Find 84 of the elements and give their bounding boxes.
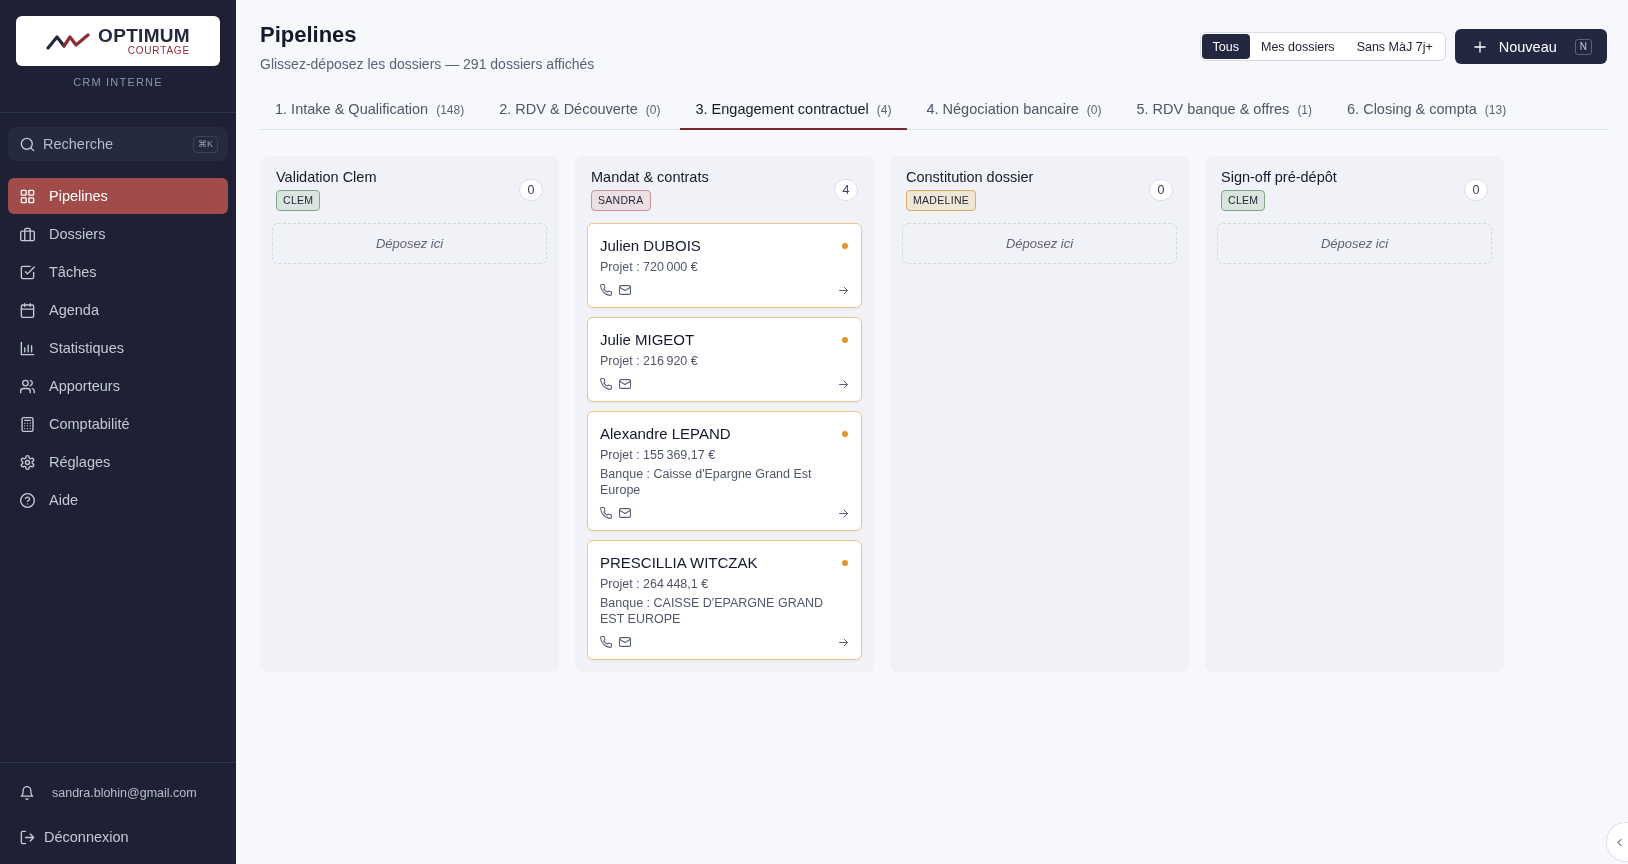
bell-icon[interactable] — [20, 786, 34, 800]
phone-icon[interactable] — [600, 378, 612, 390]
filter-option[interactable]: Tous — [1201, 34, 1250, 59]
stage-tab[interactable]: 3. Engagement contractuel (4) — [680, 92, 908, 130]
chevron-left-icon — [1614, 836, 1625, 848]
logo-icon — [46, 31, 91, 51]
deal-card[interactable]: PRESCILLIA WITCZAK Projet : 264 448,1 € Banque : CAISSE D'EPARGNE GRAND EST EUROPE — [587, 540, 862, 660]
help-icon — [20, 492, 35, 508]
project-amount: Projet : 720 000 € — [600, 259, 699, 275]
client-name: Julien DUBOIS — [600, 236, 701, 256]
app-caption: CRM INTERNE — [73, 75, 163, 89]
drop-zone: Déposez ici — [1217, 223, 1492, 264]
nav-item[interactable]: Statistiques — [8, 330, 228, 366]
nav-item[interactable]: Tâches — [8, 254, 228, 290]
settings-icon — [20, 454, 35, 470]
card-count: 0 — [1464, 178, 1488, 201]
nav-item[interactable]: Comptabilité — [8, 406, 228, 442]
drop-zone: Déposez ici — [902, 223, 1177, 264]
checkbox-icon — [20, 264, 35, 280]
stage-tab[interactable]: 1. Intake & Qualification (148) — [260, 92, 481, 130]
card-count: 4 — [834, 178, 858, 201]
nav-item[interactable]: Apporteurs — [8, 368, 228, 404]
mail-icon[interactable] — [619, 378, 631, 390]
logout-icon — [20, 829, 35, 845]
filter-option[interactable]: Mes dossiers — [1250, 34, 1346, 59]
assignee-tag: CLEM — [1221, 190, 1266, 211]
deal-card[interactable]: Julie MIGEOT Projet : 216 920 € — [587, 317, 862, 402]
drop-zone: Déposez ici — [272, 223, 547, 264]
bank-name: Banque : Caisse d'Epargne Grand Est Europe — [600, 466, 813, 498]
arrow-right-icon[interactable] — [838, 507, 849, 519]
mail-icon[interactable] — [619, 284, 631, 296]
card-count: 0 — [519, 178, 543, 201]
calculator-icon — [20, 416, 35, 432]
project-amount: Projet : 264 448,1 € — [600, 576, 710, 592]
search-icon — [20, 137, 35, 152]
page-subtitle: Glissez-déposez les dossiers — 291 dossiers affichés — [260, 55, 595, 73]
deal-card[interactable]: Alexandre LEPAND Projet : 155 369,17 € Banque : Caisse d'Epargne Grand Est Europe — [587, 411, 862, 531]
nav-item[interactable]: Aide — [8, 482, 228, 518]
deal-card[interactable]: Julien DUBOIS Projet : 720 000 € — [587, 223, 862, 308]
brand-tagline: COURTAGE — [127, 46, 190, 56]
column-title: Constitution dossier — [906, 168, 1034, 186]
arrow-right-icon[interactable] — [838, 378, 849, 390]
client-name: Alexandre LEPAND — [600, 424, 731, 444]
calendar-icon — [20, 302, 35, 318]
briefcase-icon — [20, 226, 35, 242]
nav-item[interactable]: Pipelines — [8, 178, 228, 214]
page-title: Pipelines — [260, 21, 358, 49]
shortcut-hint: N — [1574, 38, 1592, 55]
phone-icon[interactable] — [600, 284, 612, 296]
project-amount: Projet : 216 920 € — [600, 353, 699, 369]
assignee-tag: CLEM — [276, 190, 321, 211]
mail-icon[interactable] — [619, 507, 631, 519]
shortcut-hint: ⌘K — [193, 136, 218, 153]
stage-tab[interactable]: 6. Closing & compta (13) — [1332, 92, 1523, 130]
new-button[interactable]: Nouveau N — [1454, 29, 1607, 64]
bar-chart-icon — [20, 340, 35, 356]
client-name: Julie MIGEOT — [600, 330, 695, 350]
assignee-tag: MADELINE — [906, 190, 977, 211]
grid-icon — [20, 188, 35, 204]
column-title: Validation Clem — [276, 168, 377, 186]
plus-icon — [1472, 39, 1487, 54]
column-title: Sign-off pré-dépôt — [1221, 168, 1337, 186]
filter-option[interactable]: Sans MàJ 7j+ — [1345, 34, 1444, 59]
nav-item[interactable]: Agenda — [8, 292, 228, 328]
phone-icon[interactable] — [600, 636, 612, 648]
nav-item[interactable]: Réglages — [8, 444, 228, 480]
mail-icon[interactable] — [619, 636, 631, 648]
arrow-right-icon[interactable] — [838, 284, 849, 296]
users-icon — [20, 378, 35, 394]
stage-tab[interactable]: 5. RDV banque & offres (1) — [1121, 92, 1329, 130]
brand-name: OPTIMUM — [98, 26, 190, 45]
column-title: Mandat & contrats — [591, 168, 709, 186]
client-name: PRESCILLIA WITCZAK — [600, 553, 758, 573]
arrow-right-icon[interactable] — [838, 636, 849, 648]
assignee-tag: SANDRA — [591, 190, 651, 211]
card-count: 0 — [1149, 178, 1173, 201]
stage-tab[interactable]: 2. RDV & Découverte (0) — [484, 92, 677, 130]
nav-item[interactable]: Dossiers — [8, 216, 228, 252]
phone-icon[interactable] — [600, 507, 612, 519]
logout-button[interactable]: Déconnexion — [0, 815, 149, 859]
stage-tab[interactable]: 4. Négociation bancaire (0) — [911, 92, 1118, 130]
user-email: sandra.blohin@gmail.com — [52, 786, 197, 800]
project-amount: Projet : 155 369,17 € — [600, 447, 717, 463]
bank-name: Banque : CAISSE D'EPARGNE GRAND EST EUROPE — [600, 595, 825, 627]
